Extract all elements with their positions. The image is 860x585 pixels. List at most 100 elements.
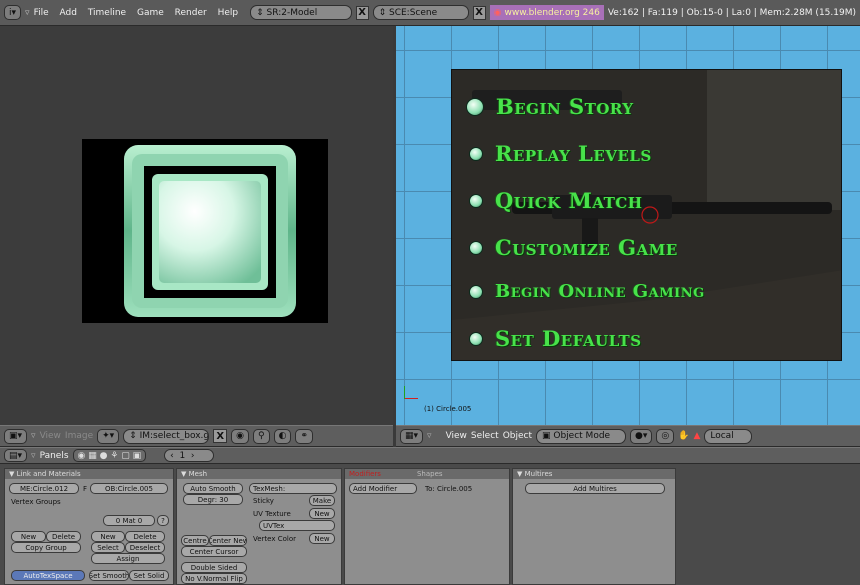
- autotexspace-toggle[interactable]: AutoTexSpace: [11, 570, 85, 581]
- auto-smooth-toggle[interactable]: Auto Smooth: [183, 483, 243, 494]
- zoom-icon[interactable]: ⚲: [253, 428, 270, 444]
- menu-view[interactable]: View: [40, 431, 61, 441]
- material-help-button[interactable]: ?: [157, 515, 169, 526]
- menu-bullet-icon: [469, 193, 483, 208]
- editor-type-icon[interactable]: ▦▾: [400, 428, 424, 444]
- vertex-color-new-button[interactable]: New: [309, 533, 335, 544]
- collapse-icon[interactable]: ▿: [31, 451, 36, 461]
- degr-field[interactable]: Degr: 30: [183, 494, 243, 505]
- select-button[interactable]: Select: [91, 542, 125, 553]
- menu-item-label: Set Defaults: [495, 326, 642, 351]
- multires-panel: ▼ Multires Add Multires: [512, 468, 676, 585]
- add-modifier-menu[interactable]: Add Modifier: [349, 483, 417, 494]
- image-selector[interactable]: ⇕ IM:select_box.gif: [123, 428, 210, 444]
- centre-button[interactable]: Centre: [181, 535, 209, 546]
- blender-logo-icon: ◉: [493, 7, 502, 18]
- tab-modifiers[interactable]: Modifiers: [349, 469, 381, 479]
- active-object-label: (1) Circle.005: [424, 405, 472, 413]
- copy-group-button[interactable]: Copy Group: [11, 542, 81, 553]
- menu-bullet-icon: [469, 240, 483, 255]
- image-editor-header: ▣▾ ▿ View Image ✦▾ ⇕ IM:select_box.gif X…: [0, 425, 393, 447]
- menu-bullet-icon: [469, 146, 483, 161]
- frame-field[interactable]: ‹ 1 ›: [164, 449, 215, 462]
- tab-shapes[interactable]: Shapes: [417, 469, 443, 479]
- menu-select[interactable]: Select: [471, 431, 499, 441]
- no-vnormal-flip-toggle[interactable]: No V.Normal Flip: [181, 573, 247, 584]
- menu-item-set-defaults[interactable]: Set Defaults: [469, 326, 642, 351]
- select-box-graphic: [124, 145, 296, 317]
- menu-add[interactable]: Add: [60, 8, 77, 18]
- collapse-icon[interactable]: ▿: [427, 431, 432, 441]
- editor-type-icon[interactable]: ▤▾: [4, 449, 28, 462]
- double-sided-toggle[interactable]: Double Sided: [181, 562, 247, 573]
- material-index-field[interactable]: 0 Mat 0: [103, 515, 155, 526]
- menu-timeline[interactable]: Timeline: [88, 8, 126, 18]
- fake-user-label[interactable]: F: [83, 485, 87, 493]
- center-cursor-button[interactable]: Center Cursor: [181, 546, 247, 557]
- object-datablock-field[interactable]: OB:Circle.005: [90, 483, 168, 494]
- new-material-button[interactable]: New: [91, 531, 125, 542]
- collapse-menus-icon[interactable]: ▿: [25, 8, 30, 18]
- pin-icon[interactable]: ✦▾: [97, 428, 120, 444]
- blender-url[interactable]: ◉ www.blender.org 246: [489, 5, 604, 20]
- manipulator-icon[interactable]: ▲: [693, 431, 700, 441]
- mesh-panel: ▼ Mesh Auto Smooth Degr: 30 Centre Cente…: [176, 468, 342, 585]
- menu-item-begin-online-gaming[interactable]: Begin Online Gaming: [469, 281, 705, 302]
- assign-button[interactable]: Assign: [91, 553, 165, 564]
- add-multires-button[interactable]: Add Multires: [525, 483, 665, 494]
- menu-item-replay-levels[interactable]: Replay Levels: [469, 141, 652, 166]
- channel-icon[interactable]: ◐: [273, 428, 292, 444]
- editor-type-icon[interactable]: ▣▾: [4, 428, 28, 444]
- sticky-make-button[interactable]: Make: [309, 495, 335, 506]
- set-solid-button[interactable]: Set Solid: [129, 570, 169, 581]
- hand-icon[interactable]: ✋: [678, 431, 689, 441]
- menu-object[interactable]: Object: [503, 431, 532, 441]
- scene-selector[interactable]: ⇕ SCE:Scene: [372, 5, 469, 20]
- context-buttons[interactable]: ◉ ▦ ● ⚘ ▢ ▣: [72, 449, 147, 462]
- uvtex-layer-field[interactable]: UVTex: [259, 520, 335, 531]
- collapse-icon[interactable]: ▿: [31, 431, 36, 441]
- modifiers-panel: Modifiers Shapes Add Modifier To: Circle…: [344, 468, 510, 585]
- menu-image[interactable]: Image: [65, 431, 93, 441]
- frame-value: 1: [179, 450, 186, 461]
- vertex-groups-label: Vertex Groups: [11, 498, 61, 506]
- menu-bullet-icon: [466, 97, 484, 116]
- lock-icon[interactable]: ⚭: [295, 428, 314, 444]
- menu-item-quick-match[interactable]: Quick Match: [469, 188, 643, 213]
- pivot-icon[interactable]: ◎: [656, 428, 675, 444]
- menu-render[interactable]: Render: [175, 8, 207, 18]
- texmesh-field[interactable]: TexMesh:: [249, 483, 337, 494]
- menu-view[interactable]: View: [446, 431, 467, 441]
- center-new-button[interactable]: Center New: [209, 535, 247, 546]
- menu-item-label: Quick Match: [495, 188, 643, 213]
- uvtex-name: UVTex: [263, 521, 285, 530]
- delete-material-button[interactable]: Delete: [125, 531, 165, 542]
- menu-item-label: Replay Levels: [495, 141, 652, 166]
- menu-item-begin-story[interactable]: Begin Story: [466, 94, 634, 119]
- orientation-selector[interactable]: Local: [704, 428, 753, 444]
- mesh-datablock-field[interactable]: ME:Circle.012: [9, 483, 79, 494]
- info-window-type-icon[interactable]: i▾: [4, 5, 22, 20]
- menu-game[interactable]: Game: [137, 8, 164, 18]
- menu-help[interactable]: Help: [218, 8, 239, 18]
- mode-label: Object Mode: [553, 431, 611, 441]
- pack-icon[interactable]: ◉: [231, 428, 250, 444]
- material-index: 0 Mat 0: [115, 516, 143, 525]
- draw-type-icon[interactable]: ●▾: [630, 428, 653, 444]
- uv-texture-new-button[interactable]: New: [309, 508, 335, 519]
- unlink-image-button[interactable]: X: [213, 429, 228, 443]
- new-vgroup-button[interactable]: New: [11, 531, 46, 542]
- delete-screen-button[interactable]: X: [355, 5, 369, 20]
- link-materials-panel: ▼ Link and Materials ME:Circle.012 F OB:…: [4, 468, 174, 585]
- screen-selector[interactable]: ⇕ SR:2-Model: [250, 5, 352, 20]
- panel-title-text: Link and Materials: [16, 470, 81, 478]
- set-smooth-button[interactable]: Set Smooth: [89, 570, 129, 581]
- delete-scene-button[interactable]: X: [472, 5, 486, 20]
- deselect-button[interactable]: Deselect: [125, 542, 165, 553]
- mode-selector[interactable]: ▣ Object Mode: [536, 428, 626, 444]
- panels-menu[interactable]: Panels: [40, 451, 69, 461]
- menu-file[interactable]: File: [34, 8, 49, 18]
- menu-item-customize-game[interactable]: Customize Game: [469, 235, 678, 260]
- delete-vgroup-button[interactable]: Delete: [46, 531, 81, 542]
- url-text: www.blender.org 246: [504, 7, 600, 18]
